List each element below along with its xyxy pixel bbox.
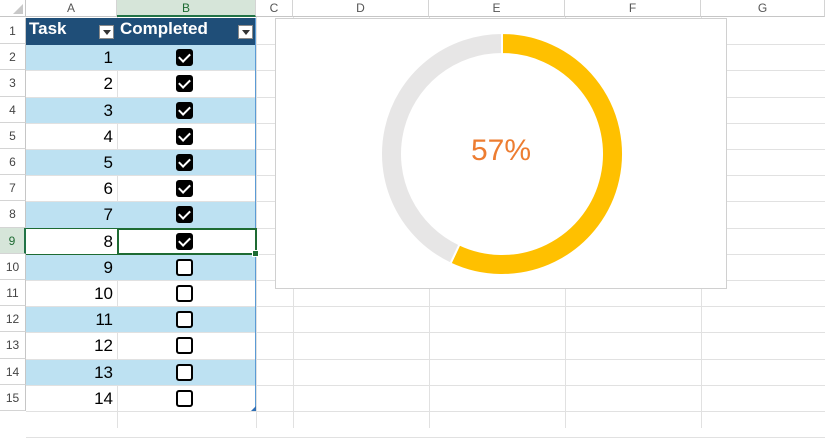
active-cell-b9[interactable]: [117, 227, 259, 257]
row-header-9[interactable]: 9: [0, 227, 26, 254]
task-cell[interactable]: 3: [26, 97, 117, 123]
row-header-14[interactable]: 14: [0, 358, 26, 385]
completed-cell[interactable]: [117, 97, 256, 123]
task-cell[interactable]: 5: [26, 150, 117, 176]
doughnut-chart[interactable]: 57%: [275, 18, 727, 289]
task-cell[interactable]: 10: [26, 281, 117, 306]
task-cell[interactable]: 6: [26, 176, 117, 201]
completed-cell[interactable]: [117, 202, 256, 228]
task-cell[interactable]: 2: [26, 71, 117, 96]
unchecked-checkbox[interactable]: [176, 363, 193, 381]
row-header-6[interactable]: 6: [0, 149, 26, 176]
completed-cell[interactable]: [117, 176, 256, 201]
row-header-4[interactable]: 4: [0, 96, 26, 123]
row-header-2[interactable]: 2: [0, 44, 26, 71]
row-header-13[interactable]: 13: [0, 332, 26, 359]
column-header-e[interactable]: E: [429, 0, 565, 17]
row-header-15[interactable]: 15: [0, 384, 26, 411]
completed-cell[interactable]: [117, 254, 256, 280]
completed-cell[interactable]: [117, 386, 256, 411]
completed-cell[interactable]: [117, 45, 256, 71]
table-header-task[interactable]: Task: [26, 18, 117, 45]
completed-cell[interactable]: [117, 307, 256, 333]
column-header-d[interactable]: D: [293, 0, 429, 17]
gridline-vertical: [256, 17, 257, 428]
unchecked-checkbox[interactable]: [176, 311, 193, 329]
checked-checkbox[interactable]: [176, 206, 193, 224]
checked-checkbox[interactable]: [176, 127, 193, 145]
task-cell[interactable]: 11: [26, 307, 117, 333]
row-header-3[interactable]: 3: [0, 70, 26, 97]
task-cell[interactable]: 14: [26, 386, 117, 411]
completed-cell[interactable]: [117, 150, 256, 176]
task-cell[interactable]: 12: [26, 333, 117, 358]
task-filter-dropdown-icon[interactable]: [99, 25, 114, 39]
row-header-7[interactable]: 7: [0, 175, 26, 202]
completed-cell[interactable]: [117, 359, 256, 385]
select-all-corner[interactable]: [0, 0, 26, 17]
percent-label: 57%: [470, 134, 532, 167]
task-cell[interactable]: 4: [26, 124, 117, 149]
row-header-12[interactable]: 12: [0, 306, 26, 333]
task-cell[interactable]: 9: [26, 254, 117, 280]
checked-checkbox[interactable]: [176, 180, 193, 198]
column-header-f[interactable]: F: [565, 0, 701, 17]
row-header-1[interactable]: 1: [0, 18, 26, 45]
column-header-g[interactable]: G: [701, 0, 825, 17]
table-border: [255, 18, 256, 411]
completed-filter-dropdown-icon[interactable]: [238, 25, 253, 39]
row-header-10[interactable]: 10: [0, 253, 26, 280]
completed-cell[interactable]: [117, 333, 256, 358]
completed-cell[interactable]: [117, 124, 256, 149]
active-row-outline: [26, 227, 117, 255]
completed-cell[interactable]: [117, 281, 256, 306]
row-header-8[interactable]: 8: [0, 201, 26, 228]
column-header-a[interactable]: A: [26, 0, 117, 17]
unchecked-checkbox[interactable]: [176, 285, 193, 302]
checked-checkbox[interactable]: [176, 49, 193, 67]
row-header-11[interactable]: 11: [0, 280, 26, 307]
unchecked-checkbox[interactable]: [176, 258, 193, 276]
checked-checkbox[interactable]: [176, 75, 193, 93]
task-cell[interactable]: 1: [26, 45, 117, 71]
completed-header-label: Completed: [120, 19, 208, 38]
column-header-c[interactable]: C: [256, 0, 293, 17]
unchecked-checkbox[interactable]: [176, 389, 193, 407]
table-header-completed[interactable]: Completed: [117, 18, 256, 45]
checked-checkbox[interactable]: [176, 101, 193, 119]
table-resize-handle[interactable]: [251, 406, 256, 411]
unchecked-checkbox[interactable]: [176, 337, 193, 355]
completed-cell[interactable]: [117, 71, 256, 96]
task-cell[interactable]: 13: [26, 359, 117, 385]
column-header-b[interactable]: B: [117, 0, 256, 17]
task-header-label: Task: [29, 19, 67, 38]
checked-checkbox[interactable]: [176, 154, 193, 171]
row-header-5[interactable]: 5: [0, 122, 26, 149]
task-cell[interactable]: 7: [26, 202, 117, 228]
gridline-horizontal: [26, 411, 825, 412]
